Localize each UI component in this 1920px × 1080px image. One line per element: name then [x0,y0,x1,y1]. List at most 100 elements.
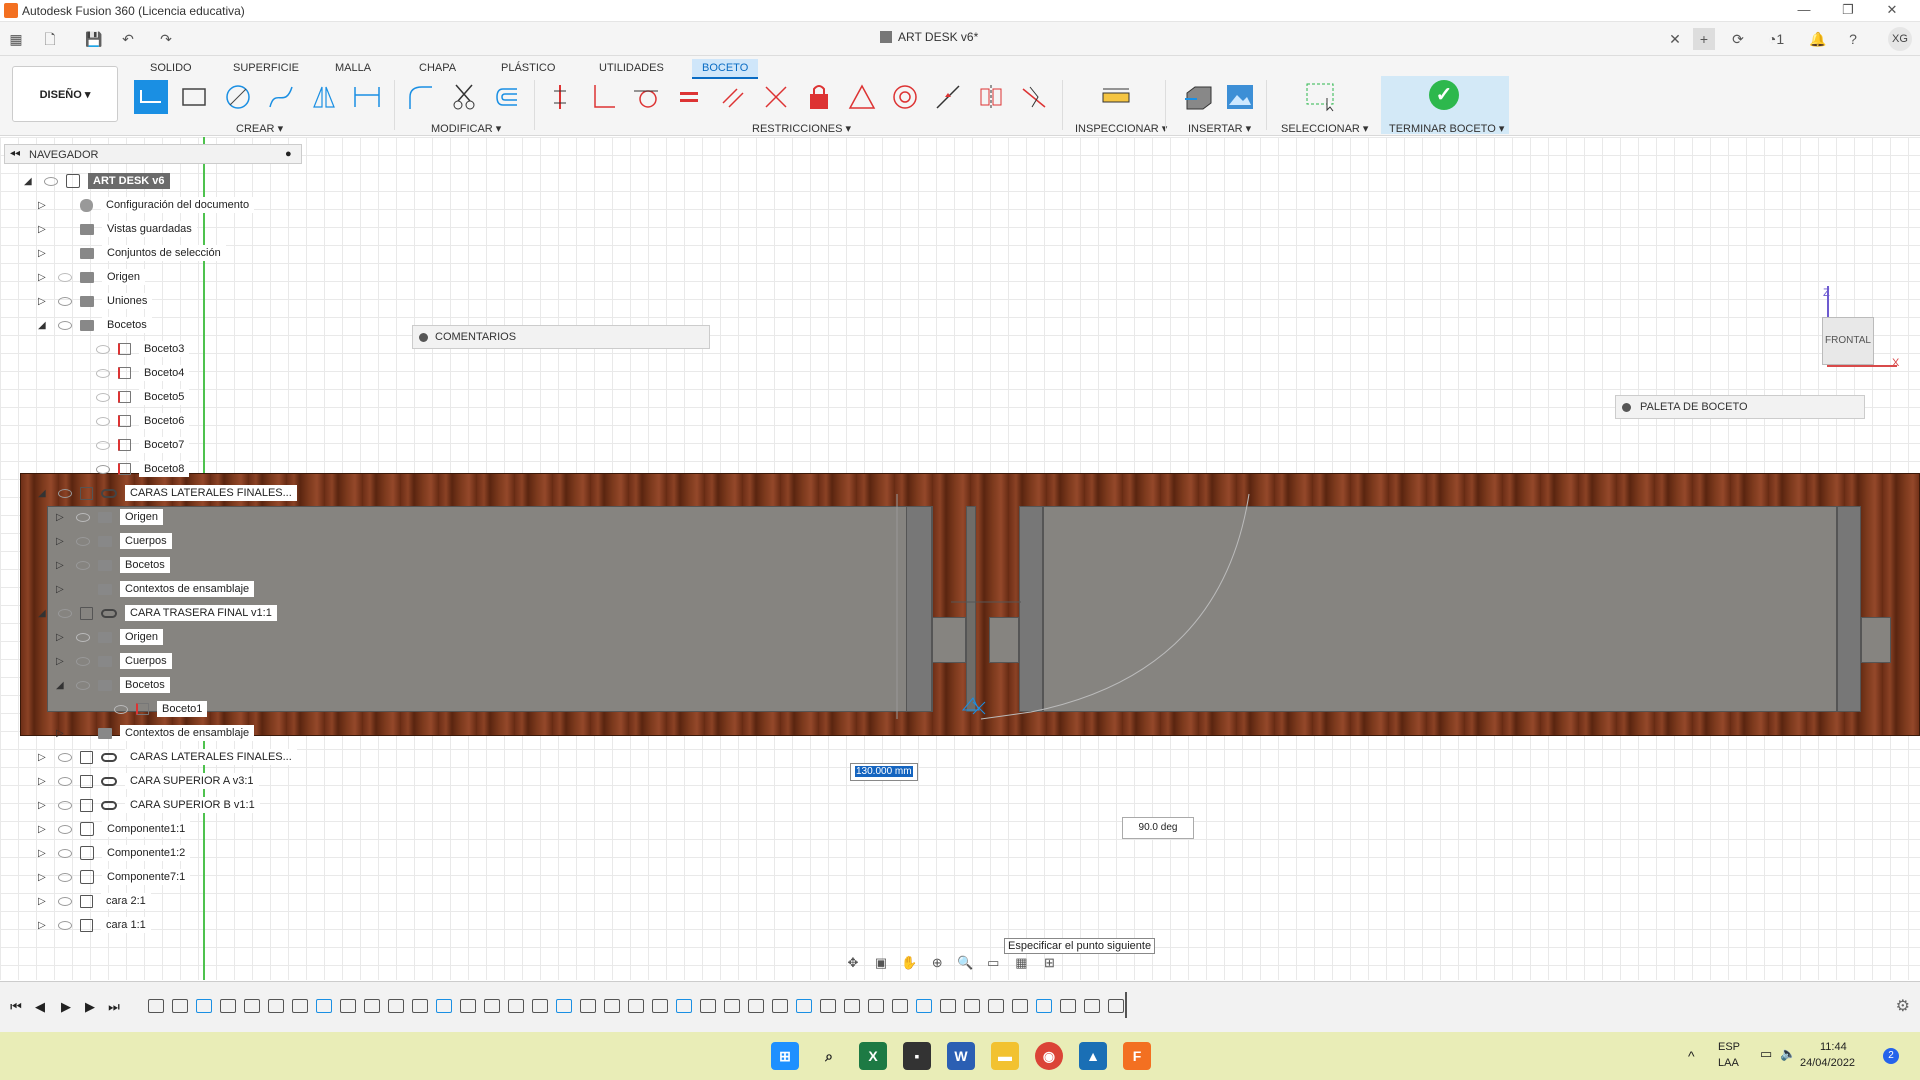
extensions-icon[interactable]: ⟳ [1727,28,1749,50]
grid-icon[interactable]: ▦ [1010,955,1032,973]
excel-icon[interactable]: X [859,1042,887,1070]
tab-solido[interactable]: SOLIDO [140,59,202,77]
finish-sketch-button[interactable]: ✓ TERMINAR BOCETO ▾ [1381,76,1509,135]
expand-toggle-icon[interactable]: ▷ [56,512,68,523]
eye-icon[interactable] [58,752,72,762]
angle-readout[interactable]: 90.0 deg [1122,817,1194,839]
zoom-icon[interactable]: ⊕ [926,955,948,973]
timeline-feature-icon[interactable] [148,999,164,1013]
apps-grid-icon[interactable]: ▦ [6,29,26,49]
close-button[interactable]: ✕ [1872,2,1912,18]
measure-tool-icon[interactable] [1099,80,1133,114]
navigator-row[interactable]: ▷ Vistas guardadas [38,219,197,239]
photos-icon[interactable]: ▲ [1079,1042,1107,1070]
timeline-feature-icon[interactable] [244,999,260,1013]
insert-image-icon[interactable] [1223,80,1257,114]
navigator-row[interactable]: ◢ ART DESK v6 [24,171,170,191]
chrome-icon[interactable]: ◉ [1035,1042,1063,1070]
navigator-row[interactable]: ▷ Cuerpos [56,531,172,551]
timeline-feature-icon[interactable] [604,999,620,1013]
navigator-row[interactable]: ▷ cara 1:1 [38,915,151,935]
eye-icon[interactable] [58,872,72,882]
trim-tool-icon[interactable] [447,80,481,114]
expand-toggle-icon[interactable]: ◢ [38,320,50,331]
timeline-feature-icon[interactable] [316,999,332,1013]
word-icon[interactable]: W [947,1042,975,1070]
expand-toggle-icon[interactable]: ▷ [56,584,68,595]
navigator-row[interactable]: ▷ Uniones [38,291,153,311]
eye-hidden-icon[interactable] [114,704,128,714]
viewports-icon[interactable]: ⊞ [1038,955,1060,973]
timeline-settings-gear-icon[interactable]: ⚙ [1896,996,1910,1016]
view-cube[interactable]: FRONTAL [1822,317,1874,365]
redo-icon[interactable]: ↷ [156,29,176,49]
minus-circle-icon[interactable]: ● [285,148,292,160]
timeline-feature-icon[interactable] [652,999,668,1013]
fix-constraint-lock-icon[interactable] [802,80,836,114]
zoom-window-icon[interactable]: 🔍 [954,955,976,973]
eye-hidden-icon[interactable] [76,512,90,522]
concentric-constraint-icon[interactable] [888,80,922,114]
timeline-feature-icon[interactable] [172,999,188,1013]
clock-time[interactable]: 11:44 [1820,1041,1847,1053]
go-to-end-icon[interactable]: ⏭ [104,999,124,1015]
eye-icon[interactable] [58,800,72,810]
timeline-feature-icon[interactable] [844,999,860,1013]
navigator-row[interactable]: ◢ Bocetos [56,675,170,695]
document-tab[interactable]: ART DESK v6* [880,30,978,44]
navigator-row[interactable]: ▷ CARA SUPERIOR A v3:1 [38,771,259,791]
timeline-feature-icon[interactable] [916,999,932,1013]
timeline-feature-icon[interactable] [940,999,956,1013]
navigator-row[interactable]: ▷ Origen [38,267,146,287]
restore-button[interactable]: ❐ [1828,2,1868,18]
eye-icon[interactable] [96,464,110,474]
expand-toggle-icon[interactable]: ▷ [38,776,50,787]
eye-hidden-icon[interactable] [96,344,110,354]
expand-toggle-icon[interactable]: ◢ [56,680,68,691]
timeline-feature-icon[interactable] [292,999,308,1013]
timeline-feature-icon[interactable] [196,999,212,1013]
navigator-row[interactable]: Boceto3 [76,339,190,359]
parallel-constraint-icon[interactable] [716,80,750,114]
expand-toggle-icon[interactable]: ▷ [56,728,68,739]
group-seleccionar[interactable]: SELECCIONAR ▾ [1281,122,1368,135]
search-icon[interactable]: ⌕ [815,1042,843,1070]
eye-icon[interactable] [58,608,72,618]
eye-icon[interactable] [58,848,72,858]
navigator-row[interactable]: ▷ Origen [56,507,164,527]
network-icon[interactable]: ▭ [1760,1046,1772,1062]
eye-hidden-icon[interactable] [58,272,72,282]
eye-hidden-icon[interactable] [96,440,110,450]
equal-constraint-icon[interactable] [672,80,706,114]
sticky-notes-icon[interactable]: ▪ [903,1042,931,1070]
dimension-input[interactable]: 130.000 mm [850,763,918,781]
timeline-feature-icon[interactable] [868,999,884,1013]
fusion360-taskbar-icon[interactable]: F [1123,1042,1151,1070]
navigator-row[interactable]: ▷ Componente1:1 [38,819,191,839]
file-explorer-icon[interactable]: ▬ [991,1042,1019,1070]
comments-panel[interactable]: COMENTARIOS [412,325,710,349]
timeline-feature-icon[interactable] [820,999,836,1013]
windows-start-icon[interactable]: ⊞ [771,1042,799,1070]
spline-tool-icon[interactable] [264,80,298,114]
undo-icon[interactable]: ↶ [118,29,138,49]
expand-toggle-icon[interactable]: ▷ [38,272,50,283]
notification-badge[interactable]: 2 [1883,1048,1899,1064]
navigator-row[interactable]: ▷ Componente7:1 [38,867,191,887]
expand-toggle-icon[interactable]: ▷ [38,752,50,763]
circle-tool-icon[interactable] [221,80,255,114]
navigator-row[interactable]: Boceto7 [76,435,190,455]
rectangle-tool-icon[interactable] [177,80,211,114]
timeline-feature-icon[interactable] [964,999,980,1013]
timeline-feature-icon[interactable] [412,999,428,1013]
perpendicular-x-constraint-icon[interactable] [759,80,793,114]
navigator-row[interactable]: ▷ CARA SUPERIOR B v1:1 [38,795,260,815]
timeline-feature-icon[interactable] [1012,999,1028,1013]
job-status-icon[interactable]: ◔1 [1760,28,1792,50]
expand-toggle-icon[interactable]: ▷ [38,200,50,211]
go-to-start-icon[interactable]: ⏮ [6,999,26,1015]
timeline-feature-icon[interactable] [724,999,740,1013]
tab-boceto[interactable]: BOCETO [692,59,759,79]
navigator-row[interactable]: ◢ CARAS LATERALES FINALES... [38,483,297,503]
navigator-row[interactable]: ▷ Configuración del documento [38,195,255,215]
